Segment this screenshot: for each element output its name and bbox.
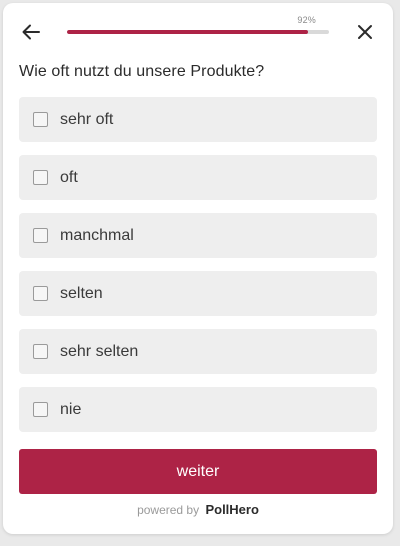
question-title: Wie oft nutzt du unsere Produkte? (19, 63, 265, 80)
back-button[interactable] (18, 19, 44, 45)
arrow-left-icon (22, 24, 40, 40)
option-label: manchmal (60, 226, 134, 244)
option-label: nie (60, 400, 82, 418)
brand-part-1: Poll (205, 502, 230, 517)
option-sehr-oft[interactable]: sehr oft (19, 97, 377, 142)
option-label: sehr oft (60, 110, 114, 128)
checkbox-icon[interactable] (33, 344, 48, 359)
checkbox-icon[interactable] (33, 228, 48, 243)
brand-part-2: Hero (229, 502, 259, 517)
checkbox-icon[interactable] (33, 286, 48, 301)
progress-percent-label: 92% (297, 15, 316, 25)
checkbox-icon[interactable] (33, 402, 48, 417)
answer-options: sehr oft oft manchmal selten sehr selten… (19, 97, 377, 445)
checkbox-icon[interactable] (33, 112, 48, 127)
option-sehr-selten[interactable]: sehr selten (19, 329, 377, 374)
survey-header: 92% (3, 3, 393, 63)
pollhero-logo[interactable]: PollHero (205, 502, 258, 517)
close-button[interactable] (352, 19, 378, 45)
progress-track (67, 30, 329, 34)
close-x-icon (358, 25, 372, 39)
option-label: selten (60, 284, 103, 302)
survey-card: 92% Wie oft nutzt du unsere Produkte? se… (3, 3, 393, 534)
progress-indicator: 92% (67, 15, 329, 39)
checkbox-icon[interactable] (33, 170, 48, 185)
powered-by-footer: powered by PollHero (3, 502, 393, 517)
option-oft[interactable]: oft (19, 155, 377, 200)
powered-by-text: powered by (137, 503, 200, 517)
option-selten[interactable]: selten (19, 271, 377, 316)
progress-fill (67, 30, 309, 34)
option-nie[interactable]: nie (19, 387, 377, 432)
option-manchmal[interactable]: manchmal (19, 213, 377, 258)
option-label: sehr selten (60, 342, 139, 360)
next-button[interactable]: weiter (19, 449, 377, 494)
option-label: oft (60, 168, 78, 186)
